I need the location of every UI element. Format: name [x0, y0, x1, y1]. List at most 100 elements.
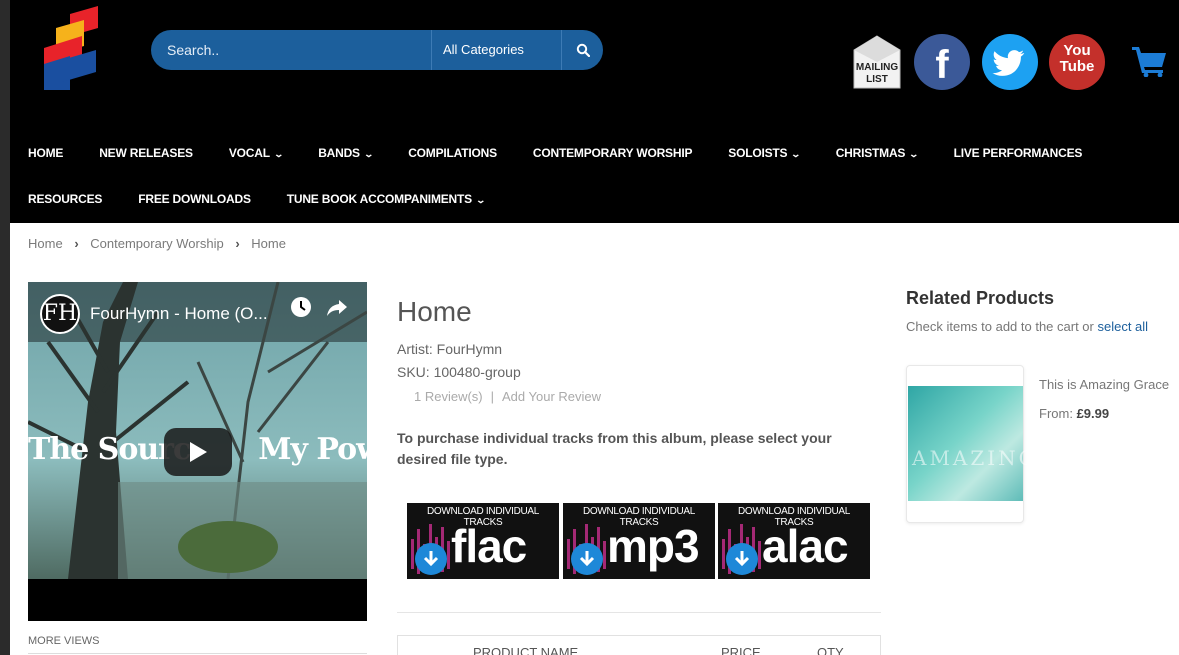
twitter-bird-icon [992, 50, 1025, 76]
price-value: £9.99 [1076, 406, 1110, 421]
main-navigation: HOME NEW RELEASES VOCAL ⌄ BANDS ⌄ COMPILATIONS… [10, 130, 1179, 222]
chevron-down-icon: ⌄ [363, 149, 374, 159]
related-product-price: From: £9.99 [1039, 406, 1109, 421]
nav-row-2: RESOURCES FREE DOWNLOADS TUNE BOOK ACCOMPA… [10, 176, 1179, 222]
search-bar: All Categories [151, 30, 603, 70]
mailing-list-label-1: MAILING [856, 62, 898, 73]
breadcrumb-current: Home [251, 236, 286, 251]
add-review-link[interactable]: Add Your Review [502, 389, 601, 404]
mailing-list-label-2: LIST [866, 74, 888, 85]
product-title: Home [397, 296, 472, 327]
nav-item-label: RESOURCES [28, 192, 103, 206]
nav-item-label: FREE DOWNLOADS [138, 192, 251, 206]
channel-avatar[interactable]: FH [40, 294, 80, 334]
related-instructions: Check items to add to the cart or select… [906, 319, 1148, 334]
category-select[interactable]: All Categories [431, 30, 561, 70]
nav-item-label: LIVE PERFORMANCES [953, 146, 1083, 160]
nav-item-soloists[interactable]: SOLOISTS ⌄ [728, 146, 802, 160]
nav-item-home[interactable]: HOME [28, 146, 63, 160]
search-icon [576, 43, 590, 57]
download-flac-button[interactable]: DOWNLOAD INDIVIDUAL TRACKS flac [407, 503, 559, 579]
share-icon[interactable] [326, 296, 348, 318]
tracks-table-header: PRODUCT NAME PRICE QTY [397, 635, 881, 655]
related-products-heading: Related Products [906, 288, 1055, 308]
mailing-list-button[interactable]: MAILING LIST [852, 34, 902, 90]
search-input[interactable] [151, 30, 431, 70]
youtube-label-1: You [1063, 42, 1091, 59]
chevron-down-icon: ⌄ [790, 149, 802, 159]
video-player[interactable]: FH FourHymn - Home (O... The SourcMy Pow… [28, 282, 367, 621]
nav-item-christmas[interactable]: CHRISTMAS ⌄ [835, 146, 920, 160]
nav-item-vocal[interactable]: VOCAL ⌄ [228, 146, 284, 160]
format-label: alac [762, 520, 849, 572]
youtube-icon[interactable]: You Tube [1049, 34, 1105, 90]
download-arrow-icon [726, 543, 758, 575]
reviews-line: 1 Review(s) | Add Your Review [410, 389, 605, 404]
twitter-icon[interactable] [982, 34, 1038, 90]
related-product-title[interactable]: This is Amazing Grace [1039, 377, 1169, 392]
nav-item-label: COMPILATIONS [408, 146, 497, 160]
mailbox-icon: MAILING LIST [853, 35, 901, 89]
nav-item-label: CONTEMPORARY WORSHIP [532, 146, 693, 160]
nav-item-new-releases[interactable]: NEW RELEASES [99, 146, 193, 160]
youtube-label-2: Tube [1059, 58, 1095, 75]
download-arrow-icon [571, 543, 603, 575]
video-letterbox [28, 579, 367, 621]
watch-later-icon[interactable] [290, 296, 312, 318]
nav-item-compilations[interactable]: COMPILATIONS [408, 146, 497, 160]
related-product-image[interactable]: AMAZING [908, 386, 1035, 501]
site-header: All Categories MAILING LIST f You [10, 0, 1179, 223]
breadcrumb-home[interactable]: Home [28, 236, 63, 251]
video-title[interactable]: FourHymn - Home (O... [90, 304, 268, 324]
related-product-card[interactable]: AMAZING [906, 365, 1035, 523]
cart-icon[interactable] [1132, 45, 1166, 77]
format-label: flac [451, 520, 527, 572]
purchase-instructions: To purchase individual tracks from this … [397, 430, 832, 467]
site-logo[interactable] [40, 6, 100, 92]
column-price: PRICE [721, 645, 761, 655]
chevron-right-icon: › [235, 236, 240, 251]
section-divider [397, 612, 881, 613]
nav-item-label: VOCAL [228, 146, 270, 160]
video-overlay-right: My Power [258, 432, 367, 467]
page: All Categories MAILING LIST f You [10, 0, 1179, 655]
breadcrumb: Home › Contemporary Worship › Home [28, 236, 286, 251]
breadcrumb-contemporary-worship[interactable]: Contemporary Worship [90, 236, 223, 251]
chevron-down-icon: ⌄ [273, 149, 284, 159]
facebook-icon[interactable]: f [914, 34, 970, 90]
format-label: mp3 [607, 520, 700, 572]
download-alac-button[interactable]: DOWNLOAD INDIVIDUAL TRACKS alac [718, 503, 870, 579]
nav-row-1: HOME NEW RELEASES VOCAL ⌄ BANDS ⌄ COMPILATIONS… [10, 130, 1179, 176]
nav-item-live-performances[interactable]: LIVE PERFORMANCES [954, 146, 1083, 160]
nav-item-free-downloads[interactable]: FREE DOWNLOADS [138, 192, 251, 206]
nav-item-label: CHRISTMAS [835, 146, 906, 160]
nav-item-label: TUNE BOOK ACCOMPANIMENTS [286, 192, 472, 206]
nav-item-tune-book-accompaniments[interactable]: TUNE BOOK ACCOMPANIMENTS ⌄ [286, 192, 486, 206]
price-from-label: From: [1039, 406, 1073, 421]
nav-item-bands[interactable]: BANDS ⌄ [318, 146, 374, 160]
nav-item-label: HOME [28, 146, 64, 160]
nav-item-resources[interactable]: RESOURCES [28, 192, 102, 206]
chevron-down-icon: ⌄ [908, 149, 920, 159]
nav-item-contemporary-worship[interactable]: CONTEMPORARY WORSHIP [532, 146, 693, 160]
related-instructions-text: Check items to add to the cart or [906, 319, 1098, 334]
play-icon [190, 442, 207, 462]
review-count-link[interactable]: 1 Review(s) [414, 389, 483, 404]
product-sku: SKU: 100480-group [397, 364, 521, 380]
download-arrow-icon [415, 543, 447, 575]
select-all-link[interactable]: select all [1097, 319, 1148, 334]
review-separator: | [490, 389, 495, 404]
search-button[interactable] [561, 30, 603, 70]
nav-item-label: NEW RELEASES [99, 146, 193, 160]
column-qty: QTY [817, 645, 844, 655]
column-product-name: PRODUCT NAME [473, 645, 579, 655]
more-views-label: MORE VIEWS [28, 635, 367, 654]
play-button[interactable] [164, 428, 232, 476]
chevron-right-icon: › [74, 236, 79, 251]
album-art-text: AMAZING [912, 446, 1038, 470]
download-mp3-button[interactable]: DOWNLOAD INDIVIDUAL TRACKS mp3 [563, 503, 715, 579]
nav-item-label: BANDS [318, 146, 360, 160]
product-artist: Artist: FourHymn [397, 341, 503, 357]
chevron-down-icon: ⌄ [475, 195, 486, 205]
nav-item-label: SOLOISTS [728, 146, 788, 160]
